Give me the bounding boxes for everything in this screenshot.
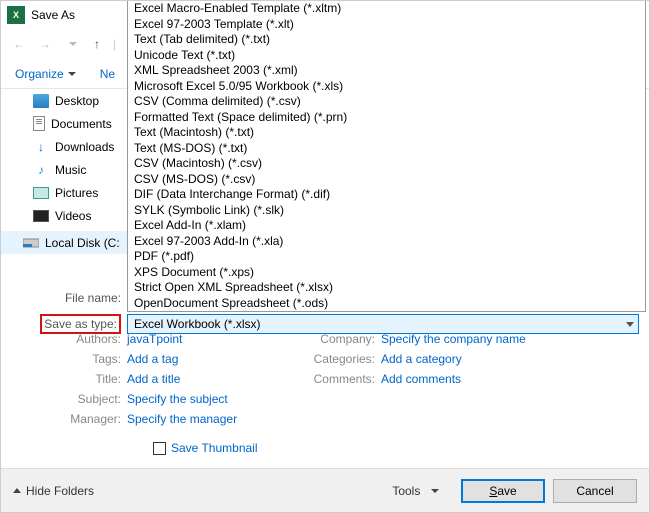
hide-folders-label: Hide Folders xyxy=(26,484,94,498)
manager-value[interactable]: Specify the manager xyxy=(127,412,297,426)
tags-label: Tags: xyxy=(1,352,127,366)
tags-value[interactable]: Add a tag xyxy=(127,352,297,366)
file-type-option[interactable]: Microsoft Excel 5.0/95 Workbook (*.xls) xyxy=(128,79,645,95)
title-label: Title: xyxy=(1,372,127,386)
sidebar-label: Pictures xyxy=(55,186,98,200)
sidebar-label: Downloads xyxy=(55,140,114,154)
file-type-option[interactable]: CSV (Comma delimited) (*.csv) xyxy=(128,94,645,110)
forward-icon[interactable]: → xyxy=(35,34,55,54)
documents-icon xyxy=(33,116,45,131)
file-type-dropdown-list[interactable]: Excel Macro-Enabled Template (*.xltm)Exc… xyxy=(127,1,646,312)
videos-icon xyxy=(33,210,49,222)
downloads-icon: ↓ xyxy=(33,140,49,154)
sidebar-label: Documents xyxy=(51,117,112,131)
chevron-down-icon xyxy=(626,322,634,327)
authors-value[interactable]: javaTpoint xyxy=(127,332,297,346)
sidebar-label: Videos xyxy=(55,209,91,223)
back-icon[interactable]: ← xyxy=(9,34,29,54)
company-label: Company: xyxy=(297,332,381,346)
file-type-option[interactable]: Excel Macro-Enabled Template (*.xltm) xyxy=(128,1,645,17)
sidebar-item-local-disk[interactable]: Local Disk (C: xyxy=(1,231,127,254)
file-type-option[interactable]: XML Spreadsheet 2003 (*.xml) xyxy=(128,63,645,79)
file-type-option[interactable]: DIF (Data Interchange Format) (*.dif) xyxy=(128,187,645,203)
sidebar-item-videos[interactable]: Videos xyxy=(1,204,127,227)
file-type-option[interactable]: XPS Document (*.xps) xyxy=(128,265,645,281)
sidebar-item-documents[interactable]: Documents xyxy=(1,112,127,135)
title-value[interactable]: Add a title xyxy=(127,372,297,386)
file-type-option[interactable]: Strict Open XML Spreadsheet (*.xlsx) xyxy=(128,280,645,296)
categories-value[interactable]: Add a category xyxy=(381,352,462,366)
sidebar-label: Desktop xyxy=(55,94,99,108)
file-type-option[interactable]: Excel 97-2003 Template (*.xlt) xyxy=(128,17,645,33)
tools-button[interactable]: Tools xyxy=(392,484,439,498)
desktop-icon xyxy=(33,94,49,108)
checkbox-icon xyxy=(153,442,166,455)
sidebar-item-desktop[interactable]: Desktop xyxy=(1,89,127,112)
file-type-option[interactable]: Excel Add-In (*.xlam) xyxy=(128,218,645,234)
file-type-option[interactable]: CSV (MS-DOS) (*.csv) xyxy=(128,172,645,188)
comments-label: Comments: xyxy=(297,372,381,386)
music-icon: ♪ xyxy=(33,163,49,177)
bottom-bar: Hide Folders Tools Save Cancel xyxy=(1,468,649,512)
save-thumbnail-label: Save Thumbnail xyxy=(171,441,258,455)
save-button[interactable]: Save xyxy=(461,479,545,503)
hide-folders-button[interactable]: Hide Folders xyxy=(13,484,94,498)
file-type-option[interactable]: PDF (*.pdf) xyxy=(128,249,645,265)
chevron-up-icon xyxy=(13,488,21,493)
recent-dropdown-icon[interactable] xyxy=(61,34,81,54)
sidebar-item-downloads[interactable]: ↓ Downloads xyxy=(1,135,127,158)
subject-value[interactable]: Specify the subject xyxy=(127,392,297,406)
metadata-panel: Authors: javaTpoint Company: Specify the… xyxy=(1,329,649,429)
new-folder-button[interactable]: Ne xyxy=(100,67,115,81)
sidebar-item-music[interactable]: ♪ Music xyxy=(1,158,127,181)
organize-button[interactable]: Organize xyxy=(15,67,76,81)
file-type-option[interactable]: Text (MS-DOS) (*.txt) xyxy=(128,141,645,157)
nav-separator: | xyxy=(113,37,116,51)
file-type-option[interactable]: Formatted Text (Space delimited) (*.prn) xyxy=(128,110,645,126)
cancel-button[interactable]: Cancel xyxy=(553,479,637,503)
file-type-option[interactable]: Text (Tab delimited) (*.txt) xyxy=(128,32,645,48)
categories-label: Categories: xyxy=(297,352,381,366)
sidebar-item-pictures[interactable]: Pictures xyxy=(1,181,127,204)
excel-icon: X xyxy=(7,6,25,24)
sidebar-label: Local Disk (C: xyxy=(45,236,120,250)
up-icon[interactable]: ↑ xyxy=(87,34,107,54)
authors-label: Authors: xyxy=(1,332,127,346)
file-type-option[interactable]: OpenDocument Spreadsheet (*.ods) xyxy=(128,296,645,312)
save-thumbnail-checkbox[interactable]: Save Thumbnail xyxy=(153,441,258,455)
manager-label: Manager: xyxy=(1,412,127,426)
file-type-option[interactable]: SYLK (Symbolic Link) (*.slk) xyxy=(128,203,645,219)
comments-value[interactable]: Add comments xyxy=(381,372,461,386)
filename-label: File name: xyxy=(1,291,127,305)
file-type-option[interactable]: Excel 97-2003 Add-In (*.xla) xyxy=(128,234,645,250)
file-type-option[interactable]: CSV (Macintosh) (*.csv) xyxy=(128,156,645,172)
subject-label: Subject: xyxy=(1,392,127,406)
sidebar-label: Music xyxy=(55,163,86,177)
pictures-icon xyxy=(33,187,49,199)
window-title: Save As xyxy=(31,8,75,22)
file-type-option[interactable]: Unicode Text (*.txt) xyxy=(128,48,645,64)
file-type-option[interactable]: Text (Macintosh) (*.txt) xyxy=(128,125,645,141)
company-value[interactable]: Specify the company name xyxy=(381,332,526,346)
disk-icon xyxy=(23,236,39,250)
